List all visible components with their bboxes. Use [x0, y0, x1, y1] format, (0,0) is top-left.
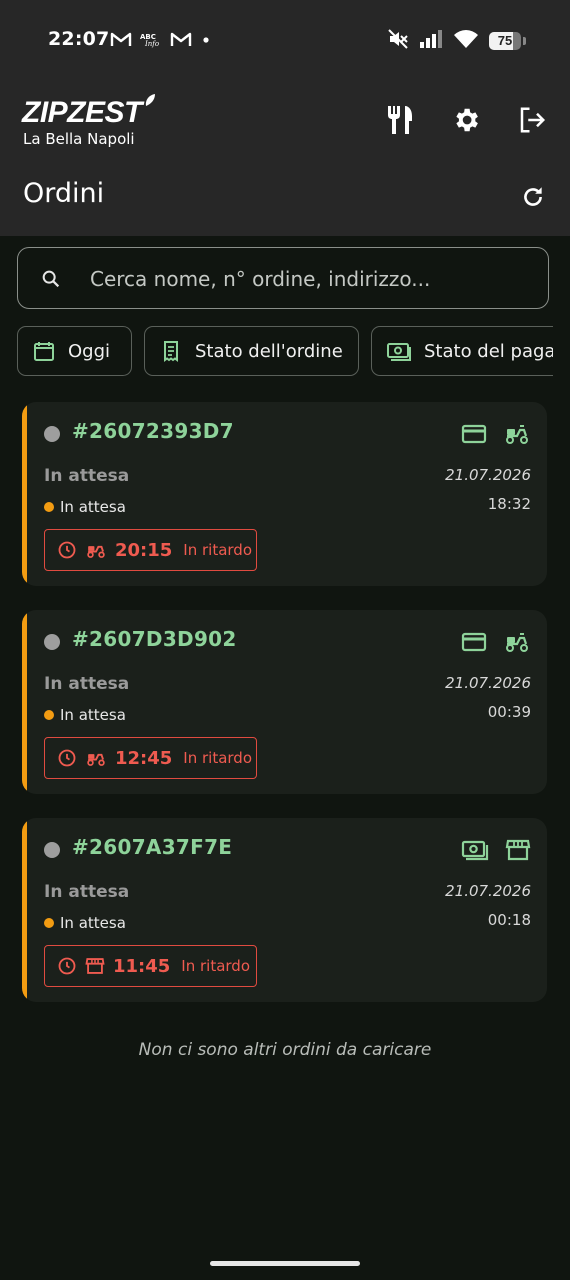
- eta-time: 11:45: [113, 955, 171, 977]
- brand: ZIPZEST La Bella Napoli: [22, 96, 142, 149]
- order-substatus-label: In attesa: [60, 498, 126, 516]
- late-badge: 11:45 In ritardo: [44, 945, 257, 987]
- status-dot: [44, 502, 54, 512]
- receipt-icon: [159, 339, 183, 363]
- status-dot: [44, 710, 54, 720]
- delivery-scooter-icon: [87, 545, 105, 558]
- late-label: In ritardo: [181, 957, 251, 975]
- storefront-icon: [85, 958, 105, 974]
- order-status: In attesa: [44, 674, 130, 694]
- cash-icon: [461, 840, 489, 861]
- filter-chip-label: Oggi: [68, 340, 111, 362]
- refresh-button[interactable]: [516, 180, 550, 214]
- battery-tip: [523, 37, 526, 45]
- brand-logo: ZIPZEST: [22, 96, 142, 129]
- delivery-scooter-icon: [506, 425, 528, 444]
- clock-icon: [58, 749, 76, 767]
- search-box: [17, 247, 549, 309]
- brand-leaf-icon: [145, 94, 155, 106]
- filter-chip-today[interactable]: Oggi: [17, 326, 132, 376]
- order-time: 00:39: [487, 703, 531, 721]
- wifi-icon: [453, 29, 479, 53]
- eta-time: 12:45: [115, 747, 173, 769]
- status-time: 22:07: [48, 28, 110, 50]
- search-input[interactable]: [88, 262, 532, 296]
- order-card[interactable]: #2607A37F7E In attesa 21.07.2026 In atte…: [22, 818, 547, 1002]
- status-bar: 22:07 ABC Info 75: [0, 0, 570, 82]
- filter-chip-order-status[interactable]: Stato dell'ordine: [144, 326, 359, 376]
- order-status: In attesa: [44, 882, 130, 902]
- order-read-indicator: [44, 634, 60, 650]
- credit-card-icon: [461, 424, 487, 444]
- late-badge: 12:45 In ritardo: [44, 737, 257, 779]
- order-substatus-label: In attesa: [60, 706, 126, 724]
- order-card[interactable]: #26072393D7 In attesa 21.07.2026 In atte…: [22, 402, 547, 586]
- late-badge: 20:15 In ritardo: [44, 529, 257, 571]
- restaurant-name: La Bella Napoli: [23, 130, 135, 148]
- cash-icon: [386, 339, 412, 363]
- credit-card-icon: [461, 632, 487, 652]
- search-icon: [42, 270, 60, 288]
- gmail-icon: [110, 30, 132, 52]
- late-label: In ritardo: [183, 541, 253, 559]
- storefront-icon: [505, 839, 531, 861]
- eta-time: 20:15: [115, 539, 173, 561]
- end-of-list-message: Non ci sono altri ordini da caricare: [138, 1040, 432, 1060]
- delivery-scooter-icon: [506, 633, 528, 652]
- settings-button[interactable]: [446, 102, 486, 138]
- order-number: #2607A37F7E: [72, 835, 233, 859]
- order-type-icons: [461, 422, 531, 446]
- app-header: ZIPZEST La Bella Napoli Ordini: [0, 82, 570, 236]
- order-type-icons: [461, 630, 531, 654]
- filter-chip-label: Stato del pagar: [424, 340, 553, 362]
- page-title: Ordini: [23, 178, 105, 209]
- order-number: #2607D3D902: [72, 627, 237, 651]
- order-type-icons: [461, 838, 531, 862]
- order-substatus: In attesa: [44, 706, 126, 724]
- order-status: In attesa: [44, 466, 130, 486]
- gmail-icon: [170, 30, 192, 52]
- order-time: 00:18: [487, 911, 531, 929]
- header-actions: [380, 102, 552, 138]
- home-indicator[interactable]: [210, 1261, 360, 1266]
- clock-icon: [58, 541, 76, 559]
- order-substatus: In attesa: [44, 914, 126, 932]
- order-status-accent: [22, 402, 27, 586]
- delivery-scooter-icon: [87, 753, 105, 766]
- filter-chip-label: Stato dell'ordine: [195, 340, 343, 362]
- calendar-icon: [32, 339, 56, 363]
- late-label: In ritardo: [183, 749, 253, 767]
- filter-chips: Oggi Stato dell'ordine Stato del pagar: [17, 326, 553, 378]
- clock-icon: [58, 957, 76, 975]
- signal-icon: [419, 29, 443, 53]
- order-date: 21.07.2026: [445, 882, 531, 900]
- settings-icon: [456, 108, 478, 132]
- order-date: 21.07.2026: [445, 466, 531, 484]
- order-date: 21.07.2026: [445, 674, 531, 692]
- notification-icons: ABC Info: [110, 30, 212, 52]
- order-status-accent: [22, 818, 27, 1002]
- order-read-indicator: [44, 842, 60, 858]
- logout-icon: [520, 107, 546, 133]
- system-icons: 75: [387, 28, 526, 54]
- filter-chip-payment-status[interactable]: Stato del pagar: [371, 326, 553, 376]
- restaurant-button[interactable]: [380, 102, 420, 138]
- restaurant-icon: [388, 106, 412, 134]
- status-dot: [44, 918, 54, 928]
- battery-indicator: 75: [489, 32, 521, 50]
- dot-icon: [200, 30, 212, 52]
- refresh-icon: [524, 187, 542, 206]
- order-card[interactable]: #2607D3D902 In attesa 21.07.2026 In atte…: [22, 610, 547, 794]
- order-status-accent: [22, 610, 27, 794]
- news-app-icon: ABC Info: [140, 30, 162, 52]
- order-substatus: In attesa: [44, 498, 126, 516]
- mute-icon: [387, 28, 409, 54]
- order-read-indicator: [44, 426, 60, 442]
- order-substatus-label: In attesa: [60, 914, 126, 932]
- logout-button[interactable]: [512, 102, 552, 138]
- order-time: 18:32: [487, 495, 531, 513]
- battery-level: 75: [497, 33, 513, 48]
- svg-text:Info: Info: [144, 40, 159, 48]
- order-number: #26072393D7: [72, 419, 234, 443]
